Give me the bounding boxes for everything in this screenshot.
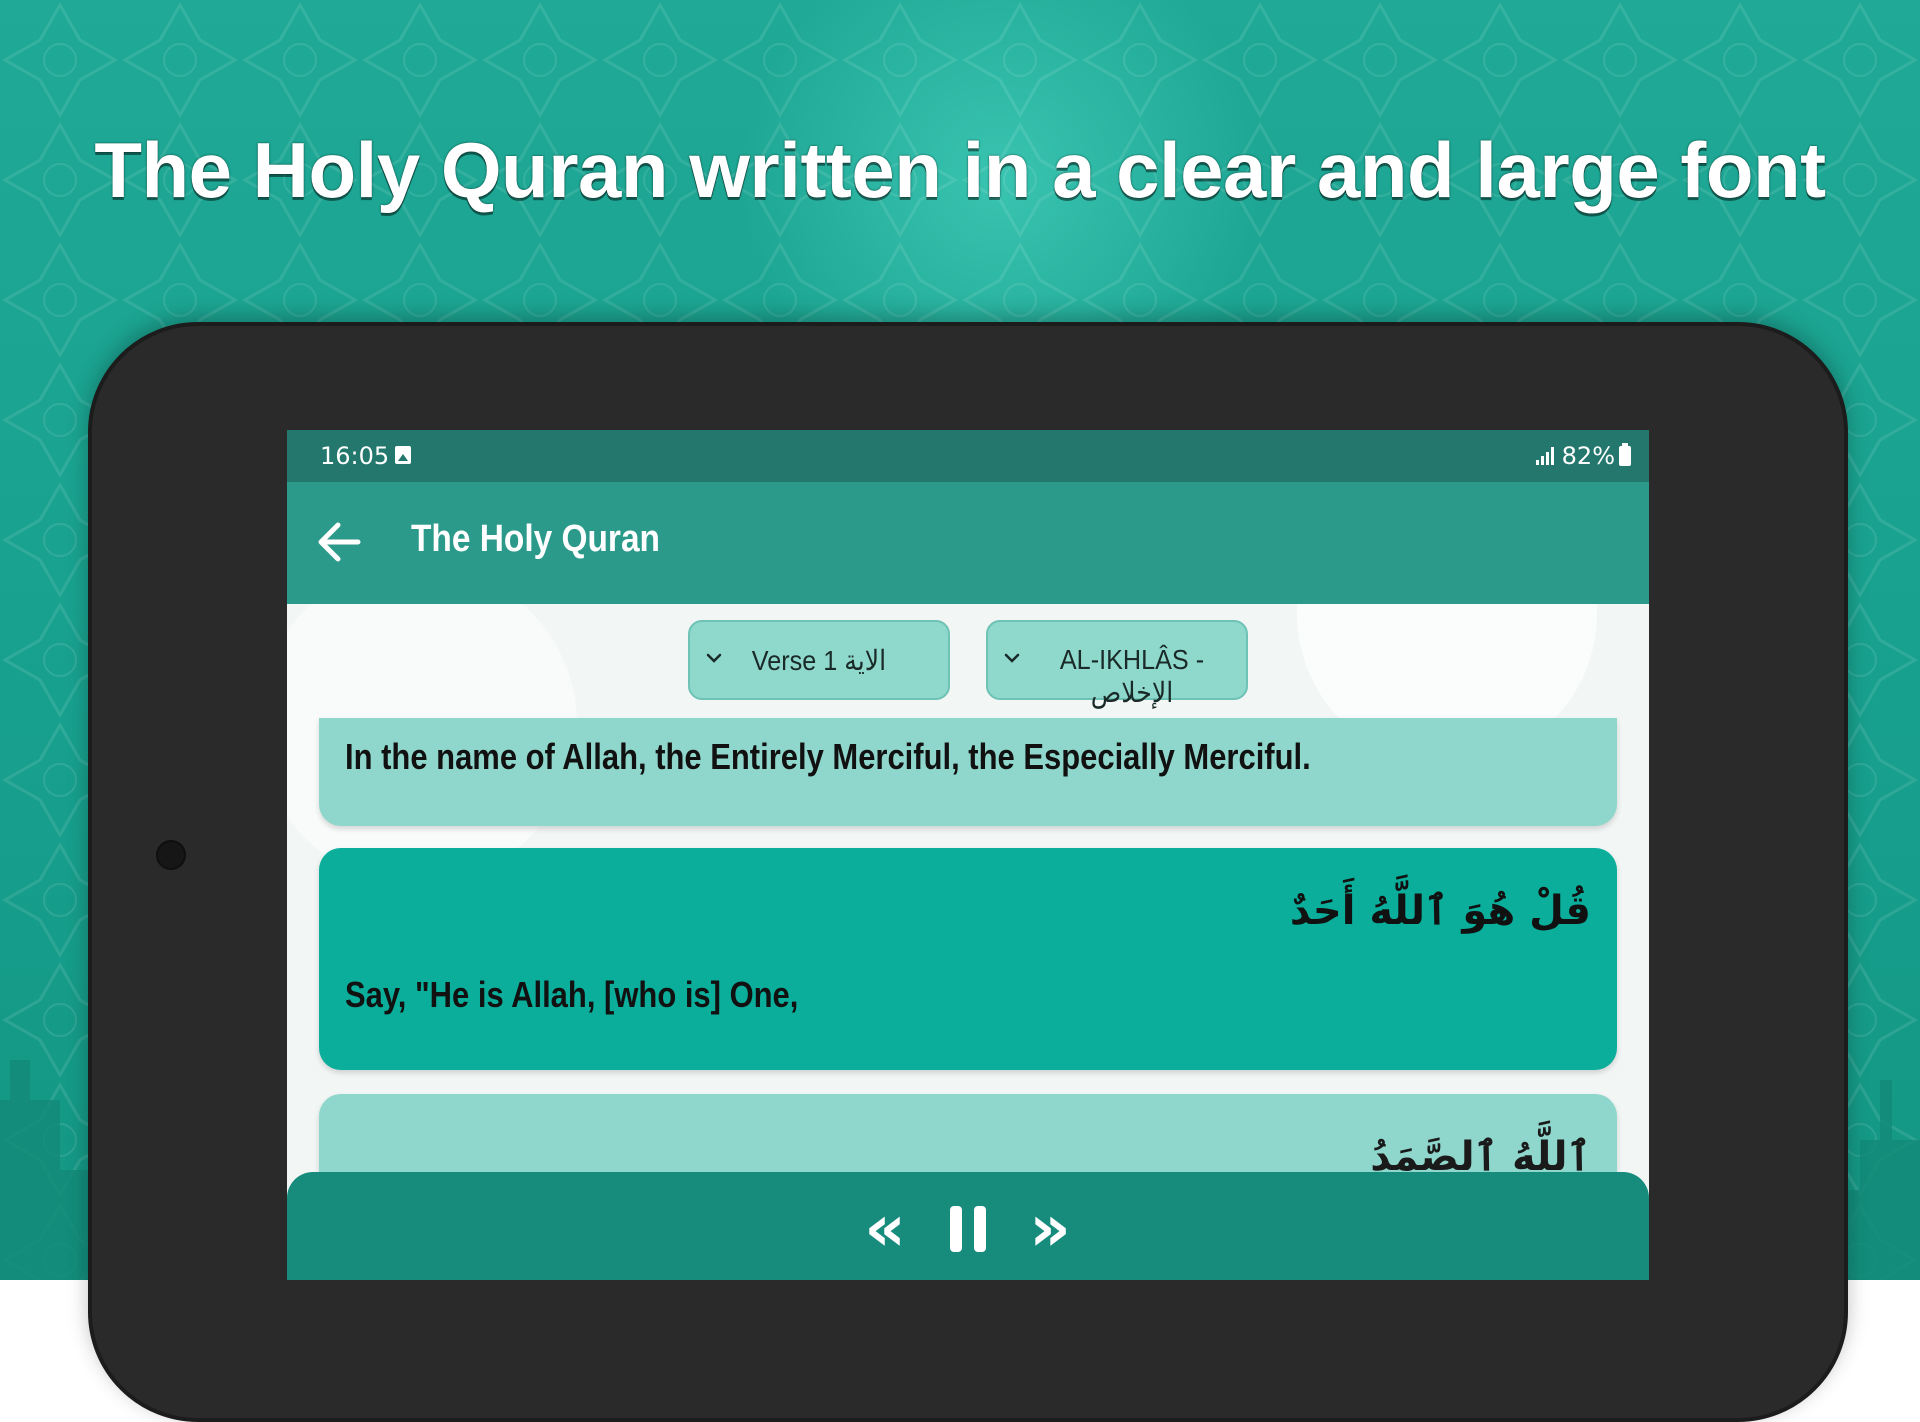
- selector-row: Verse 1 الاية AL-IKHLÂS - الإخلاص: [287, 620, 1649, 708]
- verse-arabic: قُلْ هُوَ ٱللَّهُ أَحَدٌ: [1289, 888, 1591, 934]
- battery-percent: 82%: [1561, 442, 1615, 470]
- double-chevron-left-icon: «: [864, 1192, 906, 1266]
- back-button[interactable]: [309, 512, 369, 572]
- app-title: The Holy Quran: [411, 518, 660, 560]
- verse-card-active[interactable]: قُلْ هُوَ ٱللَّهُ أَحَدٌ Say, "He is All…: [319, 848, 1617, 1070]
- surah-select-value: AL-IKHLÂS - الإخلاص: [1059, 644, 1205, 708]
- status-bar: 16:05 82%: [287, 430, 1649, 482]
- verse-card[interactable]: In the name of Allah, the Entirely Merci…: [319, 718, 1617, 826]
- signal-icon: [1535, 447, 1554, 465]
- previous-verse-button[interactable]: «: [850, 1192, 920, 1266]
- tablet-camera: [156, 840, 186, 870]
- app-screen: 16:05 82% The Holy Quran Verse 1 الاية A…: [287, 430, 1649, 1280]
- chevron-down-icon: [1004, 653, 1020, 663]
- status-time: 16:05: [320, 442, 390, 470]
- audio-player-bar: « »: [287, 1172, 1649, 1280]
- next-verse-button[interactable]: »: [1015, 1192, 1085, 1266]
- battery-icon: [1619, 443, 1631, 466]
- pause-icon: [950, 1206, 986, 1252]
- double-chevron-right-icon: »: [1029, 1192, 1071, 1266]
- arrow-left-icon: [318, 522, 361, 562]
- verse-translation: Say, "He is Allah, [who is] One,: [345, 974, 799, 1015]
- image-icon: [395, 446, 411, 464]
- verse-select[interactable]: Verse 1 الاية: [688, 620, 950, 700]
- status-indicators: 82%: [1535, 442, 1631, 470]
- pause-button[interactable]: [933, 1194, 1003, 1264]
- verse-translation: In the name of Allah, the Entirely Merci…: [345, 736, 1311, 777]
- surah-select[interactable]: AL-IKHLÂS - الإخلاص: [986, 620, 1248, 708]
- promo-headline: The Holy Quran written in a clear and la…: [94, 126, 1826, 214]
- verse-select-value: Verse 1 الاية: [751, 645, 887, 676]
- app-bar: The Holy Quran: [287, 482, 1649, 604]
